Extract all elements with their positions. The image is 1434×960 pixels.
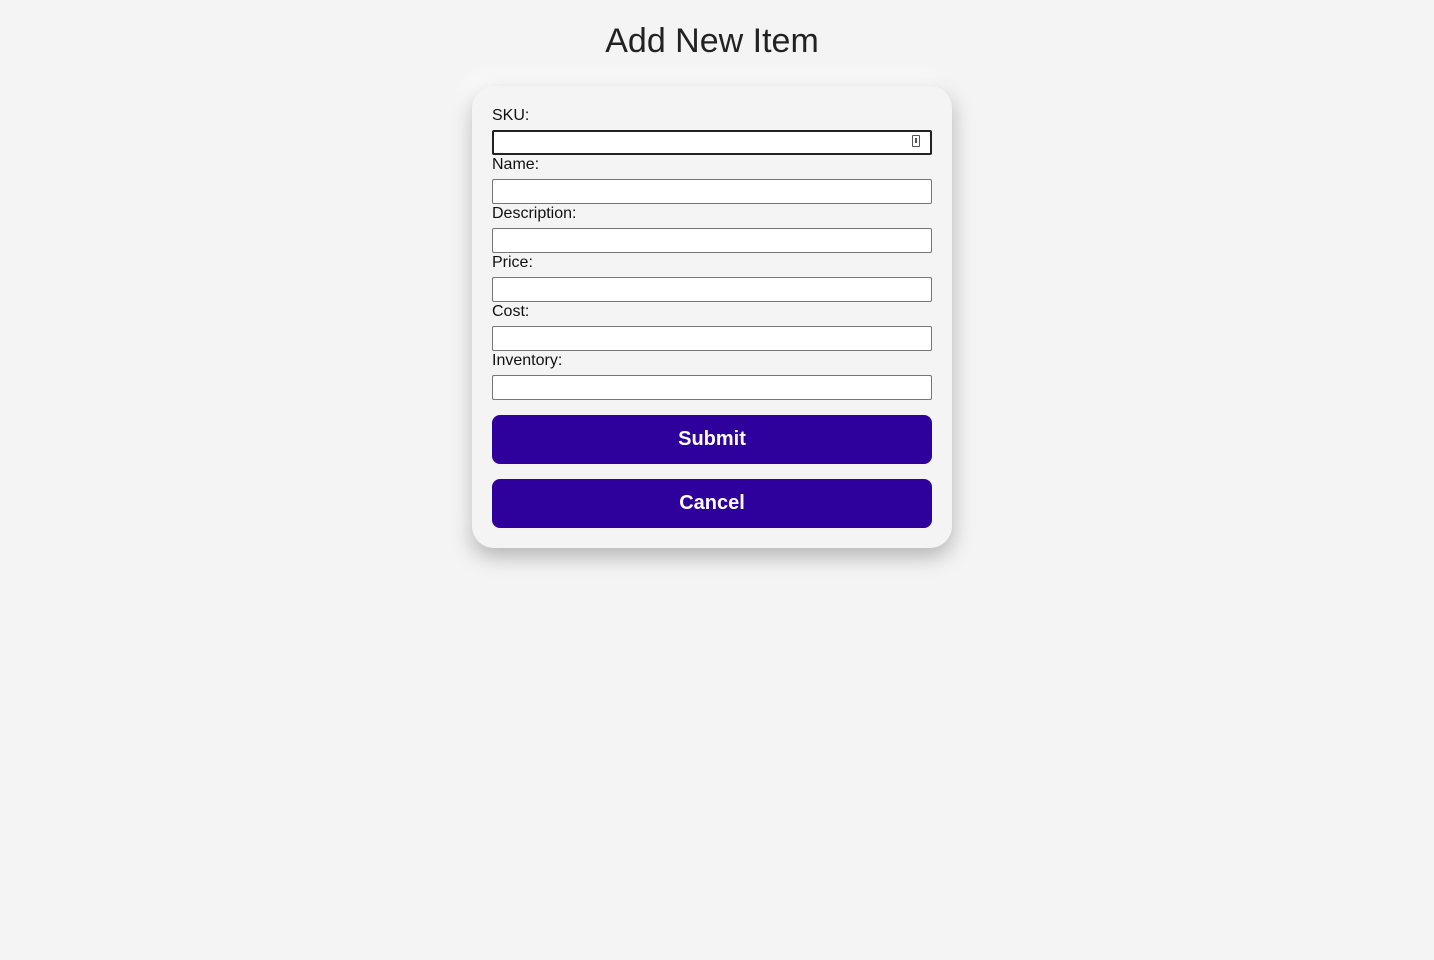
cost-input[interactable] (492, 326, 932, 351)
sku-label: SKU: (492, 107, 530, 124)
inventory-field: Inventory: (492, 351, 932, 400)
page-title: Add New Item (605, 22, 819, 60)
cost-label: Cost: (492, 303, 530, 320)
description-field: Description: (492, 204, 932, 253)
submit-button[interactable]: Submit (492, 415, 932, 464)
description-label: Description: (492, 205, 577, 222)
price-label: Price: (492, 254, 533, 271)
sku-field: SKU: (492, 106, 932, 155)
cancel-button[interactable]: Cancel (492, 479, 932, 528)
inventory-label: Inventory: (492, 352, 563, 369)
autofill-key-icon[interactable] (912, 135, 920, 147)
cost-field: Cost: (492, 302, 932, 351)
name-input[interactable] (492, 179, 932, 204)
name-label: Name: (492, 156, 540, 173)
sku-input[interactable] (492, 130, 932, 155)
page: Add New Item SKU: Name: Description: Pri… (0, 0, 1434, 960)
description-input[interactable] (492, 228, 932, 253)
price-field: Price: (492, 253, 932, 302)
add-item-form: SKU: Name: Description: Price: Cost: Inv… (472, 86, 952, 548)
name-field: Name: (492, 155, 932, 204)
price-input[interactable] (492, 277, 932, 302)
inventory-input[interactable] (492, 375, 932, 400)
